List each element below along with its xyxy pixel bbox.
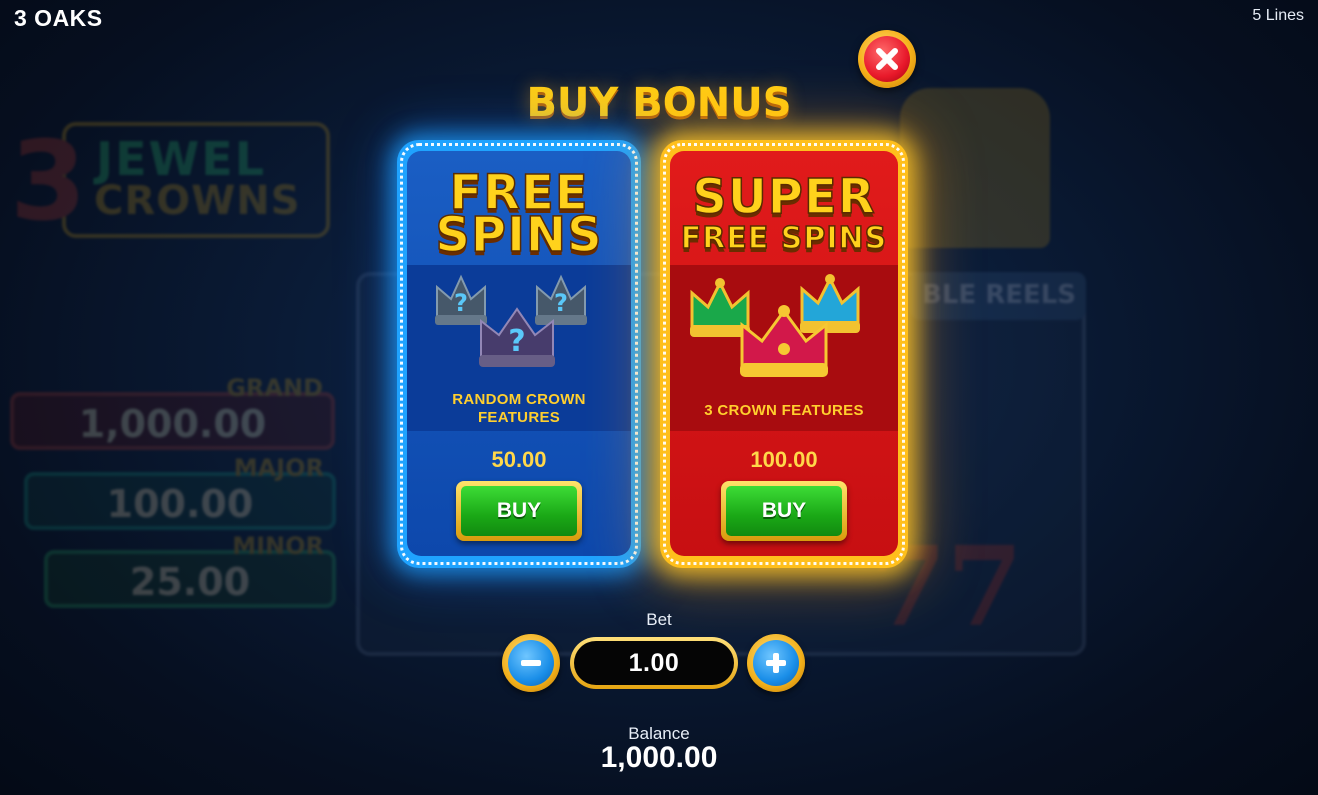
feature-section: 3 CROWN FEATURES (670, 265, 898, 431)
logo-number: 3 (10, 117, 87, 245)
crowns-icon (690, 274, 860, 377)
bonus-price: 50.00 (491, 447, 547, 472)
increase-bet-button[interactable] (747, 634, 805, 692)
balance-value: 1,000.00 (600, 741, 718, 774)
buy-button-label: BUY (461, 486, 577, 536)
lines-count: 5 Lines (1252, 7, 1304, 24)
jackpot-label: GRAND (226, 374, 323, 402)
svg-text:?: ? (508, 324, 525, 359)
reel-banner-text: BLE REELS (922, 280, 1077, 310)
card-heading-line2: FREE SPINS (680, 220, 888, 257)
buy-button-label: BUY (726, 486, 842, 536)
super-free-spins-card: SUPER FREE SPINS 3 CROWN FEATURES 100.00… (660, 140, 908, 568)
game-logo: 3 JEWEL CROWNS (10, 118, 330, 240)
brand-name: 3 OAKS (14, 5, 103, 31)
buy-free-spins-button[interactable]: BUY (456, 481, 582, 541)
svg-text:?: ? (554, 289, 568, 317)
decrease-bet-button[interactable] (502, 634, 560, 692)
bet-label: Bet (646, 610, 672, 629)
svg-text:?: ? (454, 289, 468, 317)
logo-line1: JEWEL (96, 132, 267, 186)
logo-line2: CROWNS (94, 178, 301, 224)
jackpot-label: MAJOR (233, 454, 324, 482)
free-spins-card: FREE SPINS ? ? ? RANDOM CROWN FEATURES 5… (397, 140, 641, 568)
card-heading-line2: SPINS (435, 206, 603, 264)
jackpot-minor: MINOR 25.00 (44, 532, 336, 608)
card-panel: FREE SPINS ? ? ? RANDOM CROWN FEATURES 5… (407, 151, 631, 556)
bonus-price: 100.00 (750, 447, 818, 472)
logo-frame (62, 122, 330, 238)
feature-description: RANDOM CROWN FEATURES (407, 391, 631, 427)
jackpot-value: 100.00 (106, 482, 254, 526)
jackpot-label: MINOR (232, 532, 324, 560)
bet-value-field: 1.00 (570, 637, 738, 689)
feature-line1: 3 CROWN FEATURES (704, 402, 864, 419)
buy-super-free-spins-button[interactable]: BUY (721, 481, 847, 541)
jackpot-major: MAJOR 100.00 (24, 454, 336, 530)
jackpot-grand: GRAND 1,000.00 (10, 374, 335, 450)
feature-description: 3 CROWN FEATURES (670, 402, 898, 420)
feature-line2: FEATURES (477, 409, 561, 426)
mystery-crowns-icon: ? ? ? (435, 274, 587, 367)
close-icon (876, 48, 898, 70)
card-panel: SUPER FREE SPINS 3 CROWN FEATURES 100.00… (670, 151, 898, 556)
feature-line1: RANDOM CROWN (452, 391, 586, 408)
minus-icon (521, 660, 541, 666)
card-heading-line1: SUPER (692, 168, 876, 226)
jackpot-value: 25.00 (129, 560, 251, 604)
feature-section: ? ? ? RANDOM CROWN FEATURES (407, 265, 631, 431)
plus-icon (766, 653, 786, 673)
jackpot-value: 1,000.00 (78, 402, 267, 446)
reel-banner: BLE REELS (910, 272, 1086, 320)
bet-value: 1.00 (574, 641, 734, 685)
buy-bonus-title: BUY BONUS (526, 80, 792, 126)
